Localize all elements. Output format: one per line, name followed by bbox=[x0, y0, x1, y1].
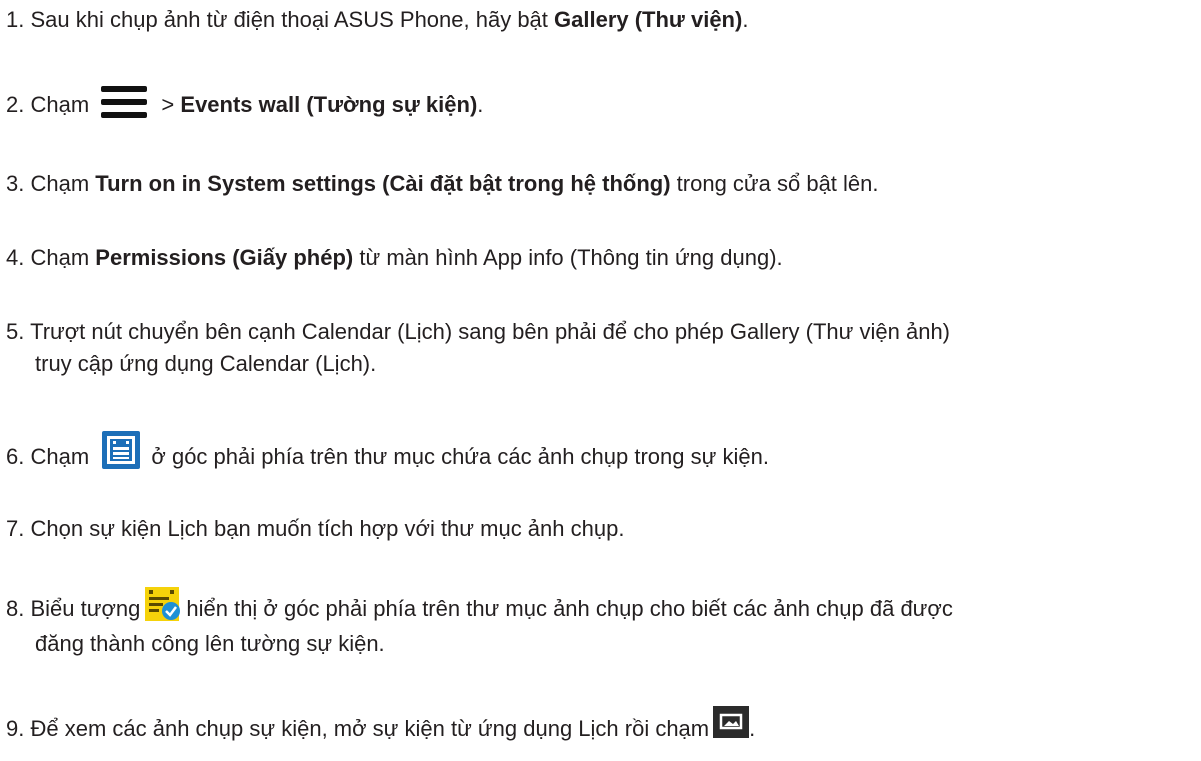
step-text: Chạm bbox=[30, 443, 90, 469]
step-number: 1. bbox=[6, 7, 25, 32]
step-text: Trượt nút chuyển bên cạnh Calendar (Lịch… bbox=[30, 319, 951, 344]
step-text: Để xem các ảnh chụp sự kiện, mở sự kiện … bbox=[30, 716, 710, 741]
step-bold-term: Permissions (Giấy phép) bbox=[95, 245, 354, 270]
step-2: 2. Chạm > Events wall (Tường sự kiện). bbox=[6, 86, 1195, 126]
step-number: 7. bbox=[6, 516, 25, 541]
step-number: 8. bbox=[6, 595, 25, 621]
step-number: 5. bbox=[6, 319, 25, 344]
step-text-continued: đăng thành công lên tường sự kiện. bbox=[35, 631, 385, 656]
step-9: 9. Để xem các ảnh chụp sự kiện, mở sự ki… bbox=[6, 706, 1195, 746]
step-1: 1. Sau khi chụp ảnh từ điện thoại ASUS P… bbox=[6, 4, 1195, 36]
step-text: Chọn sự kiện Lịch bạn muốn tích hợp với … bbox=[30, 516, 625, 541]
event-registered-icon bbox=[144, 586, 182, 622]
step-text: Sau khi chụp ảnh từ điện thoại ASUS Phon… bbox=[30, 7, 555, 32]
step-text: Chạm bbox=[30, 91, 90, 117]
step-text-mid: > bbox=[161, 91, 181, 117]
step-6: 6. Chạm ở góc phải phía trên thư mục chứ… bbox=[6, 431, 1195, 478]
step-text-continued: truy cập ứng dụng Calendar (Lịch). bbox=[35, 351, 377, 376]
step-text-end: . bbox=[742, 7, 749, 32]
step-text-end: từ màn hình App info (Thông tin ứng dụng… bbox=[353, 245, 783, 270]
step-number: 6. bbox=[6, 443, 25, 469]
step-7: 7. Chọn sự kiện Lịch bạn muốn tích hợp v… bbox=[6, 513, 1195, 545]
menu-icon bbox=[101, 82, 148, 122]
step-text: Chạm bbox=[30, 245, 96, 270]
events-list-icon bbox=[101, 430, 141, 470]
step-text-end: . bbox=[749, 716, 756, 741]
step-text-end: . bbox=[477, 91, 484, 117]
step-text: Chạm bbox=[30, 171, 96, 196]
step-bold-term: Turn on in System settings (Cài đặt bật … bbox=[95, 171, 671, 196]
step-3: 3. Chạm Turn on in System settings (Cài … bbox=[6, 168, 1195, 200]
step-number: 3. bbox=[6, 171, 25, 196]
step-text-end: hiển thị ở góc phải phía trên thư mục ản… bbox=[186, 595, 953, 621]
step-text: Biểu tượng bbox=[30, 595, 141, 621]
step-bold-term: Gallery (Thư viện) bbox=[554, 7, 743, 32]
step-bold-term: Events wall (Tường sự kiện) bbox=[180, 91, 478, 117]
step-text-end: trong cửa sổ bật lên. bbox=[670, 171, 879, 196]
step-8: 8. Biểu tượng hiển thị ở góc phải phía t… bbox=[6, 587, 1195, 660]
step-number: 9. bbox=[6, 716, 25, 741]
photo-icon bbox=[713, 706, 750, 739]
step-4: 4. Chạm Permissions (Giấy phép) từ màn h… bbox=[6, 242, 1195, 274]
step-5: 5. Trượt nút chuyển bên cạnh Calendar (L… bbox=[6, 316, 1195, 380]
step-number: 2. bbox=[6, 91, 25, 117]
step-number: 4. bbox=[6, 245, 25, 270]
step-text-end: ở góc phải phía trên thư mục chứa các ản… bbox=[151, 443, 769, 469]
